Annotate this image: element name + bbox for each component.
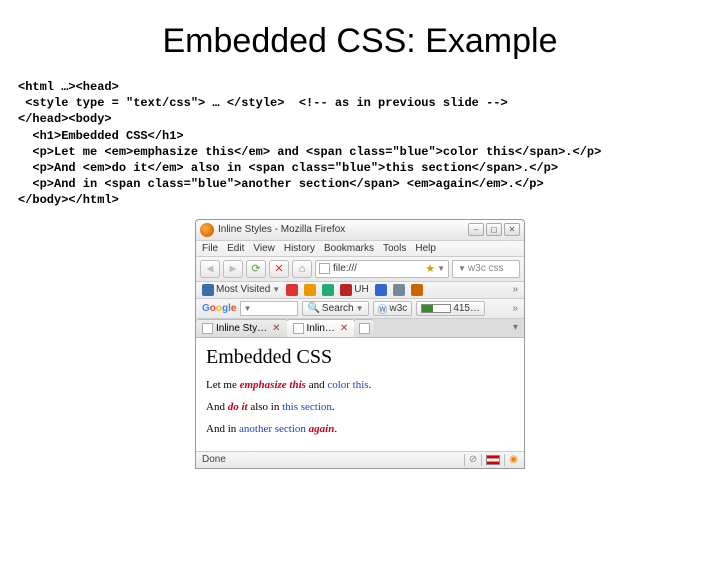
code-block: <html …><head> <style type = "text/css">… xyxy=(0,79,720,209)
menu-edit[interactable]: Edit xyxy=(227,243,244,254)
emphasized-text: emphasize this xyxy=(240,379,306,391)
close-button[interactable]: ✕ xyxy=(504,223,520,236)
google-logo: Google xyxy=(202,303,236,314)
code-line: <p>And in <span class="blue">another sec… xyxy=(18,177,544,191)
statusbar: Done ⊘ ◉ xyxy=(196,451,524,468)
code-line: <p>Let me <em>emphasize this</em> and <s… xyxy=(18,145,601,159)
bookmark-item[interactable] xyxy=(322,284,334,296)
titlebar: Inline Styles - Mozilla Firefox ‒ ◻ ✕ xyxy=(196,220,524,241)
file-icon xyxy=(202,323,213,334)
tab-list-dropdown-icon[interactable]: ▾ xyxy=(507,319,524,337)
search-engine-dropdown-icon[interactable]: ▼ xyxy=(458,264,466,273)
bookmark-item[interactable] xyxy=(286,284,298,296)
google-search-input[interactable]: ▼ xyxy=(240,301,298,316)
minimize-button[interactable]: ‒ xyxy=(468,223,484,236)
bookmark-icon xyxy=(340,284,352,296)
file-icon xyxy=(319,263,330,274)
bookmark-item[interactable] xyxy=(304,284,316,296)
bookmark-item[interactable] xyxy=(375,284,387,296)
bookmark-most-visited[interactable]: Most Visited ▼ xyxy=(202,284,280,296)
bookmarks-toolbar: Most Visited ▼ UH » xyxy=(196,282,524,299)
search-bar[interactable]: ▼ w3c css xyxy=(452,260,520,278)
menu-bookmarks[interactable]: Bookmarks xyxy=(324,243,374,254)
menu-tools[interactable]: Tools xyxy=(383,243,406,254)
url-text: file:/// xyxy=(333,263,425,274)
tab-label: Inlin… xyxy=(307,323,335,334)
bookmark-item[interactable] xyxy=(393,284,405,296)
bookmark-label: UH xyxy=(354,284,368,295)
bookmark-icon xyxy=(304,284,316,296)
code-line: <style type = "text/css"> … </style> <!-… xyxy=(18,96,508,110)
pagerank-bar xyxy=(421,304,451,313)
navbar: ◄ ► ⟳ ✕ ⌂ file:/// ★ ▼ ▼ w3c css xyxy=(196,257,524,282)
bookmark-label: Most Visited xyxy=(216,284,270,295)
emphasized-text: do it xyxy=(228,401,248,413)
tab[interactable]: Inline Sty… ✕ xyxy=(196,319,288,337)
pagerank-label: 415… xyxy=(453,303,480,314)
back-button[interactable]: ◄ xyxy=(200,260,220,278)
blue-text: another section xyxy=(239,423,306,435)
bookmark-star-icon[interactable]: ★ xyxy=(425,262,435,275)
google-w3c-button[interactable]: Ⓦ w3c xyxy=(373,301,413,316)
firefox-icon xyxy=(200,223,214,237)
google-toolbar: Google ▼ 🔍 Search ▼ Ⓦ w3c 415… » xyxy=(196,299,524,319)
bookmark-icon xyxy=(411,284,423,296)
bookmarks-overflow-icon[interactable]: » xyxy=(512,284,518,295)
menu-file[interactable]: File xyxy=(202,243,218,254)
browser-window: Inline Styles - Mozilla Firefox ‒ ◻ ✕ Fi… xyxy=(195,219,525,469)
proxy-icon[interactable]: ⊘ xyxy=(469,454,477,465)
flag-icon xyxy=(486,455,500,465)
tab-active[interactable]: Inlin… ✕ xyxy=(287,319,356,337)
url-bar[interactable]: file:/// ★ ▼ xyxy=(315,260,449,278)
code-line: <h1>Embedded CSS</h1> xyxy=(18,129,184,143)
blue-text: color this xyxy=(327,379,368,391)
file-icon xyxy=(359,323,370,334)
code-line: </body></html> xyxy=(18,193,119,207)
new-tab-button[interactable] xyxy=(354,319,374,337)
slide-title: Embedded CSS: Example xyxy=(0,22,720,61)
toolbar-overflow-icon[interactable]: » xyxy=(512,303,518,314)
menu-help[interactable]: Help xyxy=(415,243,436,254)
content-paragraph: Let me emphasize this and color this. xyxy=(206,379,514,391)
code-line: </head><body> xyxy=(18,112,112,126)
google-pagerank[interactable]: 415… xyxy=(416,301,485,316)
code-line: <p>And <em>do it</em> also in <span clas… xyxy=(18,161,558,175)
forward-button[interactable]: ► xyxy=(223,260,243,278)
status-text: Done xyxy=(202,454,226,465)
button-label: w3c xyxy=(390,303,408,314)
url-dropdown-icon[interactable]: ▼ xyxy=(437,264,445,273)
menu-history[interactable]: History xyxy=(284,243,315,254)
maximize-button[interactable]: ◻ xyxy=(486,223,502,236)
file-icon xyxy=(293,323,304,334)
bookmark-icon xyxy=(393,284,405,296)
emphasized-text: again xyxy=(309,423,335,435)
tab-label: Inline Sty… xyxy=(216,323,267,334)
menubar: File Edit View History Bookmarks Tools H… xyxy=(196,241,524,257)
folder-icon xyxy=(202,284,214,296)
bookmark-uh[interactable]: UH xyxy=(340,284,368,296)
menu-view[interactable]: View xyxy=(253,243,275,254)
bookmark-icon xyxy=(322,284,334,296)
bookmark-icon xyxy=(286,284,298,296)
search-text: w3c css xyxy=(468,263,504,274)
blue-text: this section xyxy=(282,401,332,413)
google-search-button[interactable]: 🔍 Search ▼ xyxy=(302,301,368,316)
content-heading: Embedded CSS xyxy=(206,346,514,369)
page-content: Embedded CSS Let me emphasize this and c… xyxy=(196,338,524,451)
tab-close-icon[interactable]: ✕ xyxy=(340,323,348,334)
content-paragraph: And do it also in this section. xyxy=(206,401,514,413)
window-title: Inline Styles - Mozilla Firefox xyxy=(218,224,468,235)
tab-close-icon[interactable]: ✕ xyxy=(272,323,280,334)
feed-icon[interactable]: ◉ xyxy=(509,454,518,465)
code-line: <html …><head> xyxy=(18,80,119,94)
content-paragraph: And in another section again. xyxy=(206,423,514,435)
button-label: Search xyxy=(322,303,354,314)
reload-button[interactable]: ⟳ xyxy=(246,260,266,278)
bookmark-item[interactable] xyxy=(411,284,423,296)
bookmark-icon xyxy=(375,284,387,296)
tabstrip: Inline Sty… ✕ Inlin… ✕ ▾ xyxy=(196,319,524,338)
home-button[interactable]: ⌂ xyxy=(292,260,312,278)
stop-button[interactable]: ✕ xyxy=(269,260,289,278)
